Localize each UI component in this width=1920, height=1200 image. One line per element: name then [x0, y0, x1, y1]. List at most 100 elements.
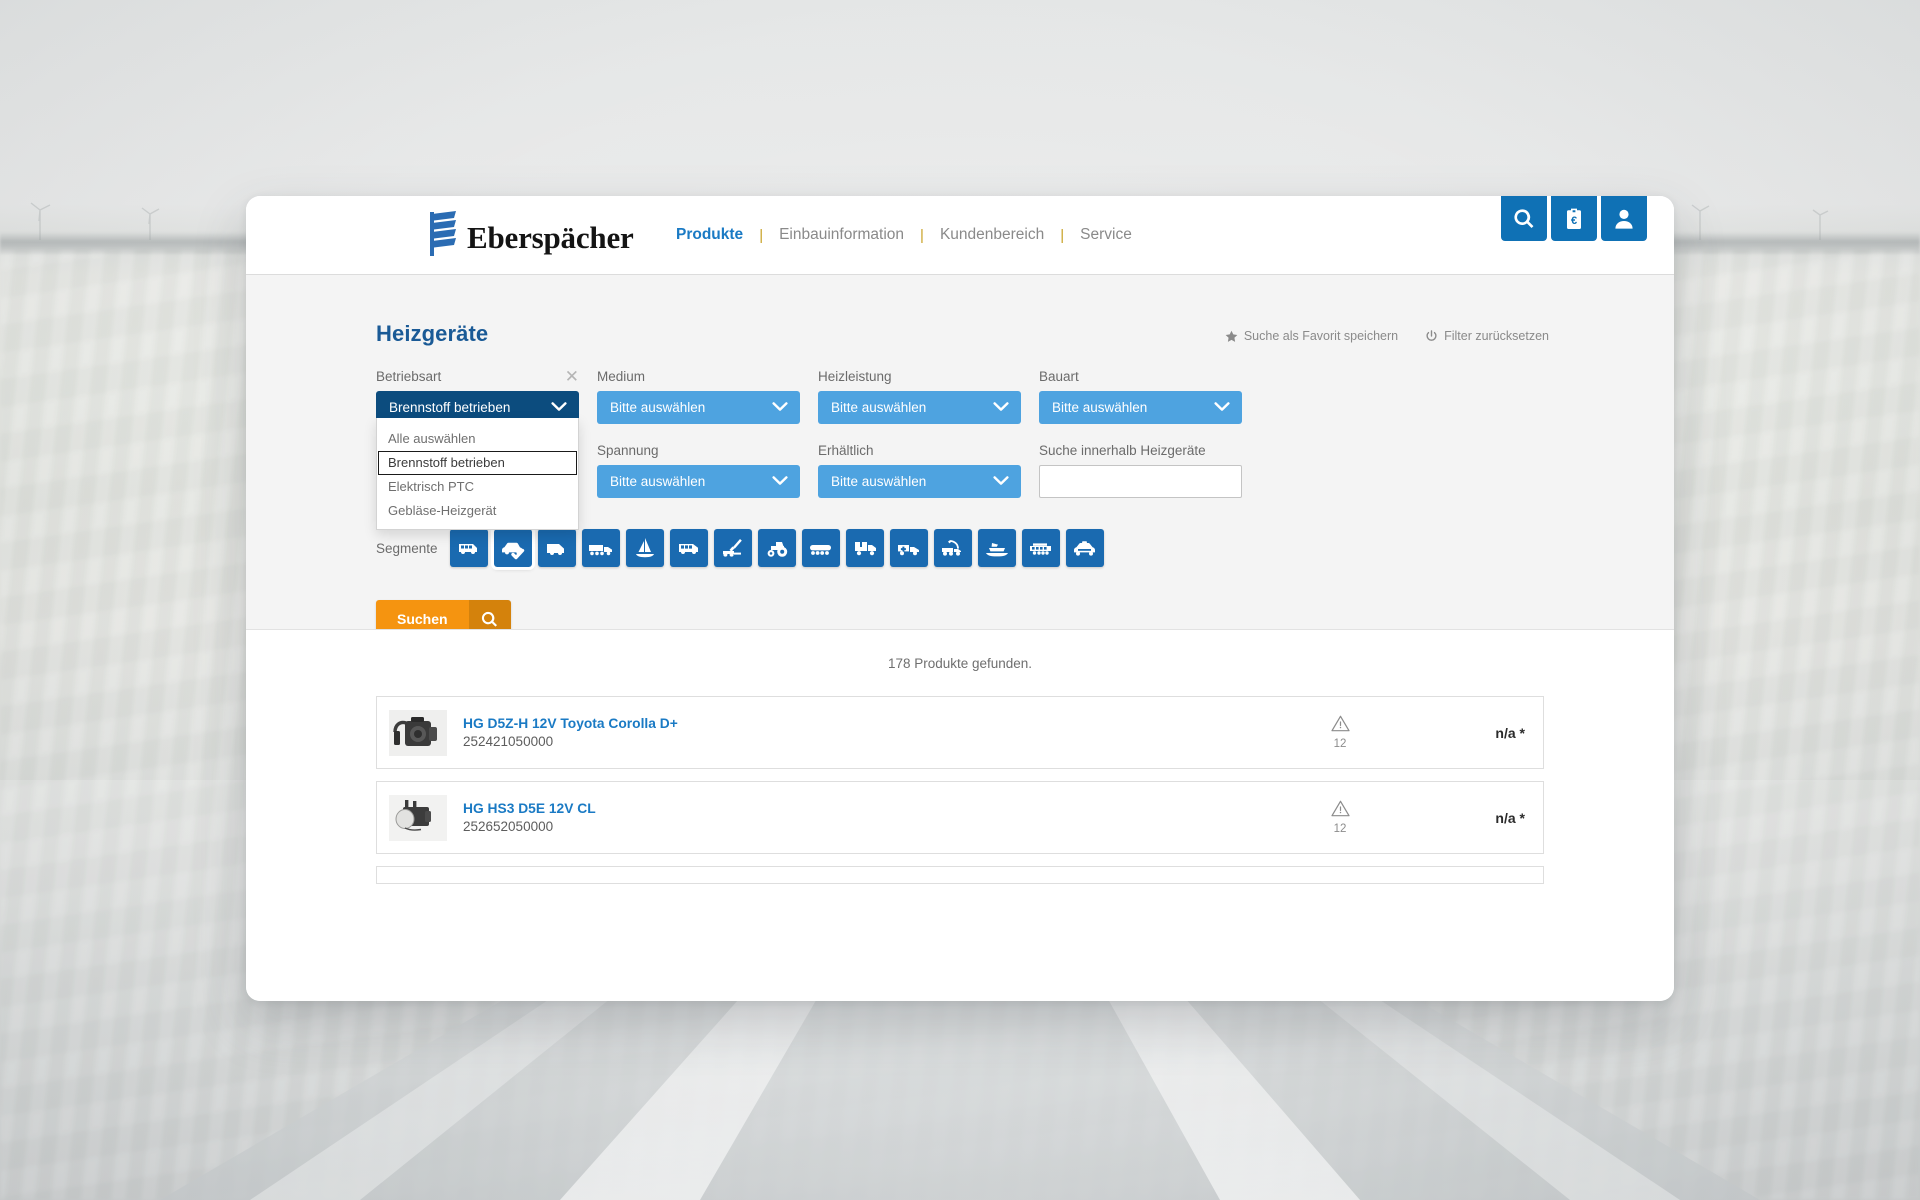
star-icon [1225, 330, 1238, 342]
chevron-down-icon [772, 400, 788, 415]
filter-betriebsart-label-row: Betriebsart ✕ [376, 367, 579, 385]
header-search-button[interactable] [1501, 196, 1547, 241]
dropdown-option-brennstoff-betrieben[interactable]: Brennstoff betrieben [378, 451, 577, 475]
passenger-car-icon [502, 542, 525, 560]
chevron-down-icon [551, 400, 567, 415]
nav-item-einbauinformation[interactable]: Einbauinformation [779, 226, 904, 244]
segment-passenger-car[interactable] [491, 526, 535, 570]
dropdown-option-elektrisch-ptc[interactable]: Elektrisch PTC [377, 475, 578, 499]
product-info: HG HS3 D5E 12V CL 252652050000 [463, 801, 1275, 834]
reset-filter-label: Filter zurücksetzen [1444, 329, 1549, 343]
table-row[interactable]: HG D5Z-H 12V Toyota Corolla D+ 252421050… [376, 696, 1544, 769]
product-title[interactable]: HG HS3 D5E 12V CL [463, 801, 1275, 816]
product-warning: 12 [1275, 800, 1405, 835]
nav-separator: | [759, 226, 764, 244]
segment-ambulance[interactable] [890, 529, 928, 567]
minibus-icon [459, 544, 477, 554]
product-warning-count: 12 [1333, 738, 1347, 750]
dropdown-option-alle-auswaehlen[interactable]: Alle auswählen [377, 427, 578, 451]
dropdown-bauart-value: Bitte auswählen [1052, 400, 1148, 415]
segment-tow-truck[interactable] [934, 529, 972, 567]
semi-truck-icon [589, 545, 612, 556]
segment-motor-yacht[interactable] [978, 529, 1016, 567]
filter-betriebsart: Betriebsart ✕ Brennstoff betrieben Alle … [376, 367, 579, 530]
nav-item-kundenbereich[interactable]: Kundenbereich [940, 226, 1044, 244]
header-account-button[interactable] [1601, 196, 1647, 241]
product-info: HG D5Z-H 12V Toyota Corolla D+ 252421050… [463, 716, 1275, 749]
rail-car-icon [1030, 543, 1051, 555]
dropdown-option-geblaese-heizgeraet[interactable]: Gebläse-Heizgerät [377, 499, 578, 523]
filter-heizleistung-label: Heizleistung [818, 368, 892, 384]
dropdown-spannung[interactable]: Bitte auswählen [597, 465, 800, 498]
dropdown-erhaeltlich[interactable]: Bitte auswählen [818, 465, 1021, 498]
motor-yacht-icon [986, 543, 1008, 557]
tanker-trailer-icon [810, 545, 831, 555]
filter-spannung-label-row: Spannung [597, 441, 800, 459]
brand-logo[interactable]: Eberspächer [428, 210, 634, 258]
sailboat-icon [636, 538, 654, 558]
product-title[interactable]: HG D5Z-H 12V Toyota Corolla D+ [463, 716, 1275, 731]
filter-bauart: Bauart Bitte auswählen [1039, 367, 1242, 424]
dropdown-spannung-value: Bitte auswählen [610, 474, 706, 489]
warning-triangle-icon [1330, 800, 1350, 817]
chevron-down-icon [993, 474, 1009, 489]
segment-sailboat[interactable] [626, 529, 664, 567]
product-price: n/a * [1495, 809, 1525, 826]
site-header: Eberspächer Produkte | Einbauinformation… [246, 196, 1674, 275]
filter-row-1: Betriebsart ✕ Brennstoff betrieben Alle … [376, 367, 1551, 530]
page-title: Heizgeräte [376, 321, 489, 346]
header-icon-group: € [1501, 196, 1647, 241]
segment-minibus[interactable] [450, 529, 488, 567]
clear-betriebsart-icon[interactable]: ✕ [565, 368, 579, 385]
product-sku: 252652050000 [463, 819, 554, 834]
filter-heizleistung: Heizleistung Bitte auswählen [818, 367, 1021, 424]
save-search-favorite-button[interactable]: Suche als Favorit speichern [1225, 329, 1398, 343]
nav-item-service[interactable]: Service [1080, 226, 1132, 244]
filter-erhaeltlich-label-row: Erhältlich [818, 441, 1021, 459]
filter-bauart-label-row: Bauart [1039, 367, 1242, 385]
dropdown-betriebsart-value: Brennstoff betrieben [389, 400, 511, 415]
reset-filter-button[interactable]: Filter zurücksetzen [1425, 329, 1549, 343]
chevron-down-icon [772, 474, 788, 489]
filter-text-search-label: Suche innerhalb Heizgeräte [1039, 442, 1206, 458]
filter-bauart-label: Bauart [1039, 368, 1079, 384]
filter-spannung-label: Spannung [597, 442, 659, 458]
product-warning-count: 12 [1333, 823, 1347, 835]
header-cart-button[interactable]: € [1551, 196, 1597, 241]
filter-medium: Medium Bitte auswählen [597, 367, 800, 424]
search-within-input[interactable] [1039, 465, 1242, 498]
segment-bus[interactable] [670, 529, 708, 567]
eberspaecher-logo-icon [430, 211, 456, 256]
dropdown-heizleistung[interactable]: Bitte auswählen [818, 391, 1021, 424]
product-thumbnail [387, 709, 449, 757]
dropdown-medium-value: Bitte auswählen [610, 400, 706, 415]
product-price: n/a * [1495, 724, 1525, 741]
table-row[interactable] [376, 866, 1544, 884]
warning-triangle-icon [1330, 715, 1350, 732]
filter-spannung: Spannung Bitte auswählen [597, 441, 800, 498]
segment-police-car[interactable] [1066, 529, 1104, 567]
segment-tractor[interactable] [758, 529, 796, 567]
segment-box-truck[interactable] [846, 529, 884, 567]
segment-excavator[interactable] [714, 529, 752, 567]
svg-text:€: € [1571, 215, 1577, 227]
clipboard-euro-icon: € [1567, 208, 1581, 229]
tractor-icon [767, 542, 787, 557]
segment-van[interactable] [538, 529, 576, 567]
chevron-down-icon [1214, 400, 1230, 415]
dropdown-bauart[interactable]: Bitte auswählen [1039, 391, 1242, 424]
product-sku: 252421050000 [463, 734, 554, 749]
heater-unit-photo-2 [389, 794, 447, 841]
dropdown-heizleistung-value: Bitte auswählen [831, 400, 927, 415]
nav-item-produkte[interactable]: Produkte [676, 226, 743, 244]
main-navigation: Produkte | Einbauinformation | Kundenber… [676, 226, 1132, 244]
dropdown-medium[interactable]: Bitte auswählen [597, 391, 800, 424]
segments-list [450, 526, 1104, 570]
segment-semi-truck[interactable] [582, 529, 620, 567]
segment-rail-car[interactable] [1022, 529, 1060, 567]
segments-row: Segmente [376, 526, 1104, 570]
filter-betriebsart-label: Betriebsart [376, 368, 442, 384]
segment-tanker-trailer[interactable] [802, 529, 840, 567]
table-row[interactable]: HG HS3 D5E 12V CL 252652050000 12 n/a * [376, 781, 1544, 854]
filter-text-search: Suche innerhalb Heizgeräte [1039, 441, 1242, 498]
